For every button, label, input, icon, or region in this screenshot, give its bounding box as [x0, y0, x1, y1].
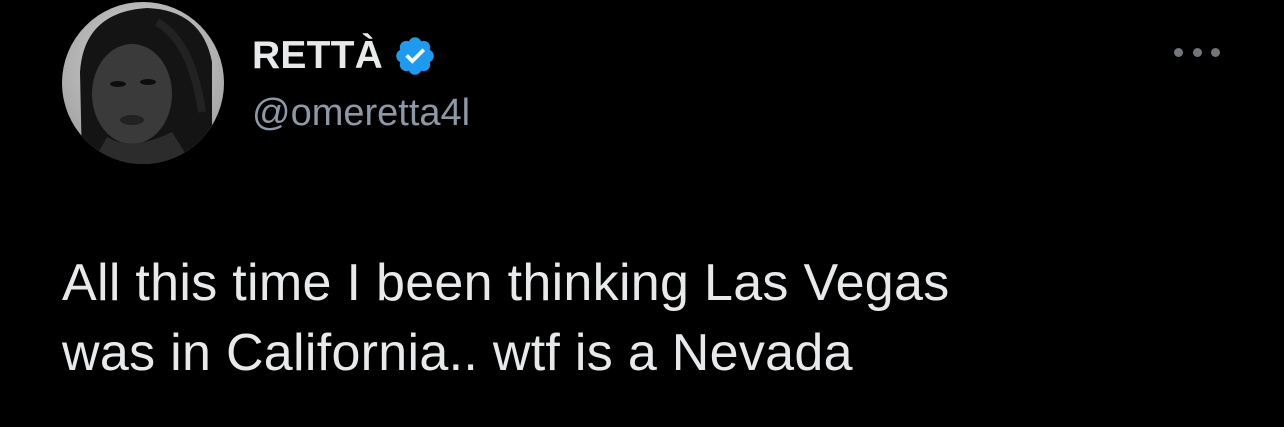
avatar[interactable] [62, 2, 224, 164]
tweet-text: All this time I been thinking Las Vegas … [62, 254, 950, 382]
more-dot [1192, 47, 1202, 57]
verified-badge-icon [396, 37, 434, 75]
more-dot [1174, 47, 1183, 57]
profile-photo [62, 2, 224, 164]
user-handle[interactable]: @omeretta4l [252, 92, 470, 135]
display-name[interactable]: RETTÀ [252, 34, 383, 78]
tweet-card: RETTÀ @omeretta4l All this time I been t… [0, 0, 1284, 427]
author-name-row: RETTÀ [252, 30, 437, 82]
more-dot [1211, 47, 1220, 57]
more-options-icon[interactable] [1174, 40, 1220, 64]
